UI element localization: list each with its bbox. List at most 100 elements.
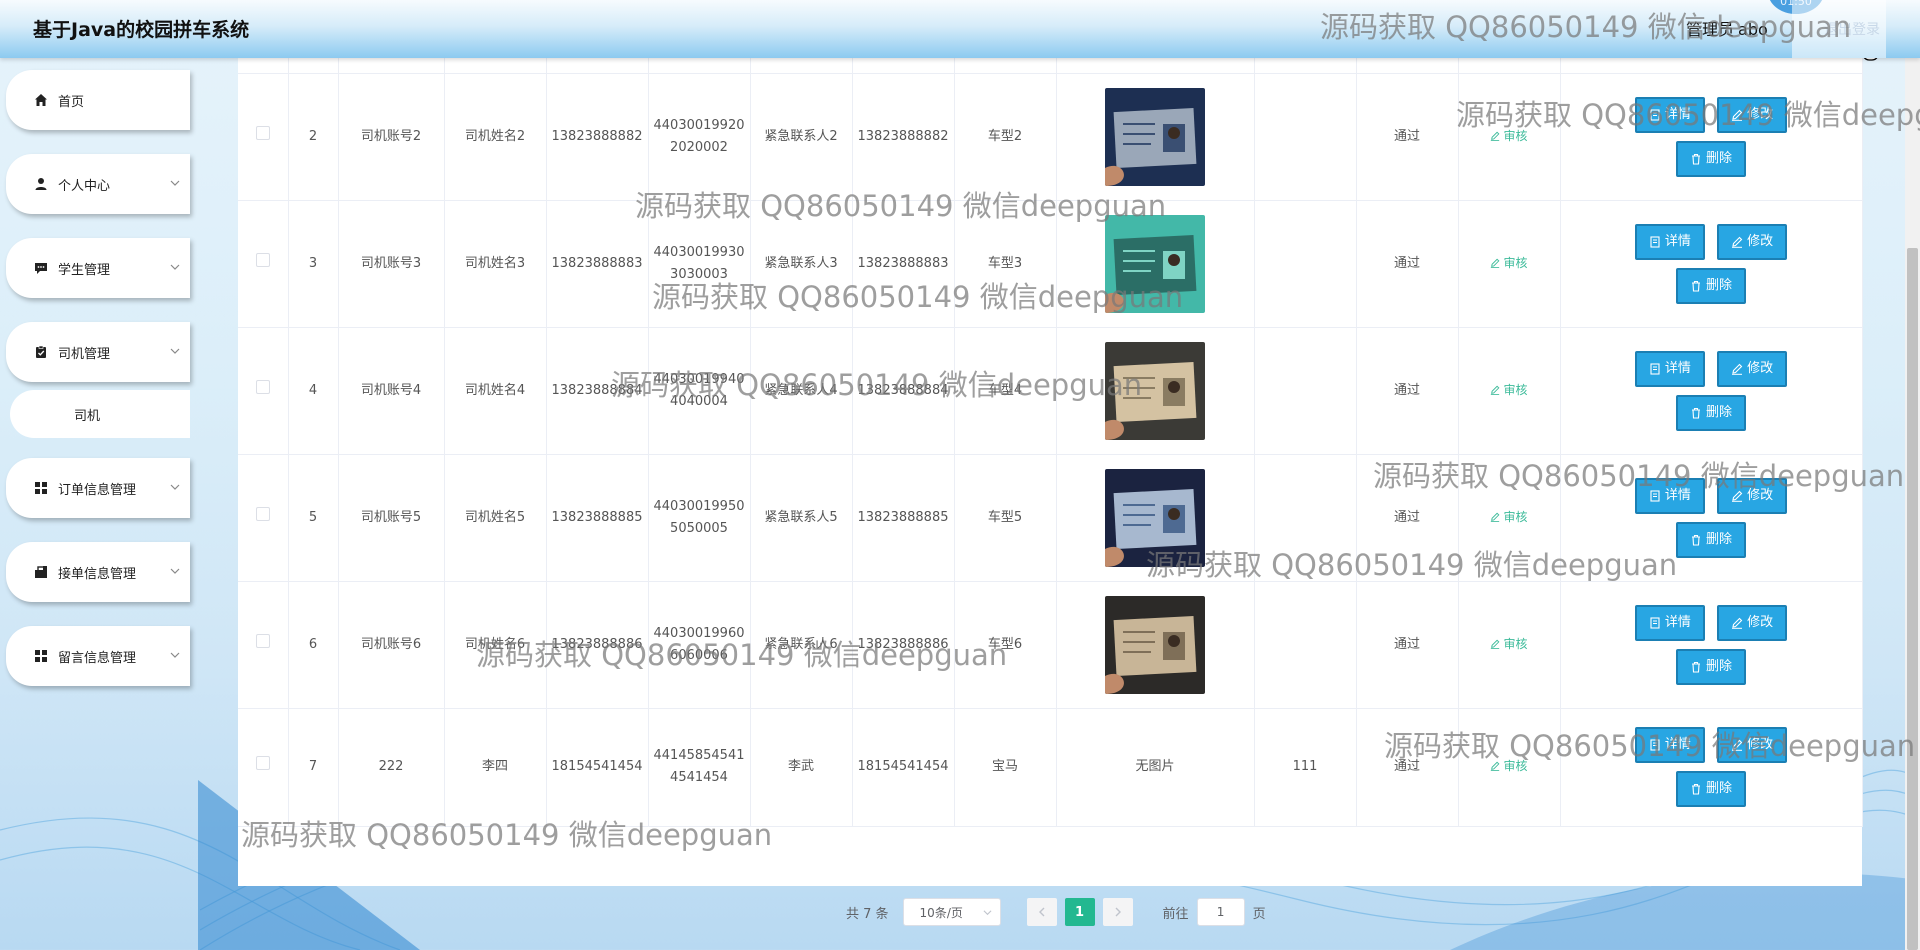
- home-icon: [35, 94, 47, 106]
- license-photo: [1105, 341, 1205, 440]
- edit-button[interactable]: 修改: [1717, 96, 1788, 133]
- audit-link[interactable]: 审核: [1490, 633, 1528, 655]
- detail-button[interactable]: 详情: [1634, 604, 1705, 641]
- edit-button[interactable]: 修改: [1717, 604, 1788, 641]
- pencil-icon: [1491, 639, 1500, 649]
- row-checkbox-cell: [238, 454, 289, 582]
- edit-button[interactable]: 修改: [1717, 350, 1788, 387]
- detail-button[interactable]: 详情: [1634, 350, 1705, 387]
- index-cell: 4: [288, 327, 339, 455]
- table-row: 2 司机账号2 司机姓名2 13823888882 44030019920202…: [238, 73, 1863, 201]
- table-row: 7 222 李四 18154541454 441458545414541454 …: [238, 708, 1863, 827]
- row-checkbox[interactable]: [255, 252, 270, 267]
- driver-table-panel: 1 司机账号1 司机姓名1 13823888881 44030019910101…: [238, 0, 1863, 886]
- sidebar-item-students[interactable]: 学生管理: [6, 238, 190, 298]
- license-photo-cell: 无图片: [1056, 708, 1255, 827]
- row-checkbox[interactable]: [255, 633, 270, 648]
- sidebar-subitem-driver[interactable]: 司机: [10, 390, 190, 438]
- name-cell: 司机姓名4: [444, 327, 547, 455]
- page-number-button[interactable]: 1: [1064, 898, 1095, 926]
- detail-label: 详情: [1664, 614, 1691, 630]
- edit-label: 修改: [1747, 614, 1774, 630]
- account-cell: 司机账号2: [338, 73, 445, 201]
- edit-button[interactable]: 修改: [1717, 477, 1788, 514]
- sidebar-item-label: 留言信息管理: [58, 650, 137, 666]
- detail-label: 详情: [1664, 487, 1691, 503]
- license-photo-cell: [1056, 581, 1255, 709]
- sidebar-item-home[interactable]: 首页: [6, 70, 190, 130]
- sidebar-item-label: 首页: [58, 94, 85, 110]
- pencil-icon: [1491, 385, 1500, 395]
- chat-icon: [35, 263, 47, 274]
- grid-icon: [35, 482, 47, 494]
- driver-table: 1 司机账号1 司机姓名1 13823888881 44030019910101…: [238, 0, 1863, 827]
- scrollbar-thumb[interactable]: [1907, 248, 1918, 950]
- detail-button[interactable]: 详情: [1634, 96, 1705, 133]
- row-checkbox[interactable]: [255, 506, 270, 521]
- index-cell: 5: [288, 454, 339, 582]
- pencil-icon: [1732, 109, 1743, 121]
- delete-button[interactable]: 删除: [1675, 140, 1746, 177]
- name-cell: 司机姓名6: [444, 581, 547, 709]
- document-icon: [1650, 739, 1660, 751]
- name-cell: 李四: [444, 708, 547, 827]
- actions-cell: 详情 修改 删除: [1560, 200, 1863, 328]
- user-icon: [35, 178, 47, 190]
- sidebar-item-drivers[interactable]: 司机管理: [6, 322, 190, 382]
- edit-button[interactable]: 修改: [1717, 727, 1788, 763]
- index-cell: 7: [288, 708, 339, 827]
- delete-label: 删除: [1705, 658, 1732, 674]
- delete-label: 删除: [1705, 150, 1732, 166]
- status-cell: 通过: [1356, 200, 1459, 328]
- audit-link[interactable]: 审核: [1490, 506, 1528, 528]
- delete-button[interactable]: 删除: [1675, 771, 1746, 807]
- chevron-down-icon: [170, 484, 180, 490]
- status-cell: 通过: [1356, 708, 1459, 827]
- sidebar-item-label: 个人中心: [58, 178, 111, 194]
- edit-label: 修改: [1747, 360, 1774, 376]
- detail-button[interactable]: 详情: [1634, 477, 1705, 514]
- goto-page-input[interactable]: 1: [1196, 898, 1245, 926]
- delete-button[interactable]: 删除: [1675, 394, 1746, 431]
- car-model-cell: 宝马: [954, 708, 1057, 827]
- extra-cell: [1254, 454, 1357, 582]
- next-page-button[interactable]: [1102, 898, 1133, 926]
- emergency-contact-cell: 紧急联系人2: [750, 73, 853, 201]
- chevron-right-icon: [1115, 907, 1121, 917]
- delete-button[interactable]: 删除: [1675, 648, 1746, 685]
- detail-button[interactable]: 详情: [1634, 223, 1705, 260]
- audit-label: 审核: [1503, 509, 1528, 524]
- license-photo: [1105, 214, 1205, 313]
- document-icon: [1650, 108, 1660, 121]
- row-checkbox[interactable]: [255, 379, 270, 394]
- page-size-select[interactable]: 10条/页: [902, 898, 1001, 926]
- row-checkbox[interactable]: [255, 756, 270, 770]
- sidebar-item-profile[interactable]: 个人中心: [6, 154, 190, 214]
- prev-page-button[interactable]: [1026, 898, 1057, 926]
- delete-button[interactable]: 删除: [1675, 267, 1746, 304]
- document-icon: [1650, 616, 1660, 629]
- name-cell: 司机姓名3: [444, 200, 547, 328]
- user-info: 管理员 abo: [1686, 16, 1772, 40]
- logout-button[interactable]: 退出登录: [1792, 0, 1886, 58]
- delete-button[interactable]: 删除: [1675, 521, 1746, 558]
- extra-cell: [1254, 200, 1357, 328]
- chevron-down-icon: [170, 568, 180, 574]
- detail-button[interactable]: 详情: [1634, 727, 1705, 763]
- sidebar-item-label: 学生管理: [58, 262, 111, 278]
- audit-link[interactable]: 审核: [1490, 379, 1528, 401]
- trash-icon: [1691, 280, 1700, 292]
- audit-link[interactable]: 审核: [1490, 755, 1528, 777]
- pencil-icon: [1491, 512, 1500, 522]
- audit-cell: 审核: [1458, 327, 1561, 455]
- audit-link[interactable]: 审核: [1490, 125, 1528, 147]
- audit-cell: 审核: [1458, 454, 1561, 582]
- sidebar-item-messages[interactable]: 留言信息管理: [6, 626, 190, 686]
- status-cell: 通过: [1356, 73, 1459, 201]
- edit-button[interactable]: 修改: [1717, 223, 1788, 260]
- audit-cell: 审核: [1458, 581, 1561, 709]
- row-checkbox[interactable]: [255, 125, 270, 140]
- audit-link[interactable]: 审核: [1490, 252, 1528, 274]
- sidebar-item-orders[interactable]: 订单信息管理: [6, 458, 190, 518]
- sidebar-item-accepted-orders[interactable]: 接单信息管理: [6, 542, 190, 602]
